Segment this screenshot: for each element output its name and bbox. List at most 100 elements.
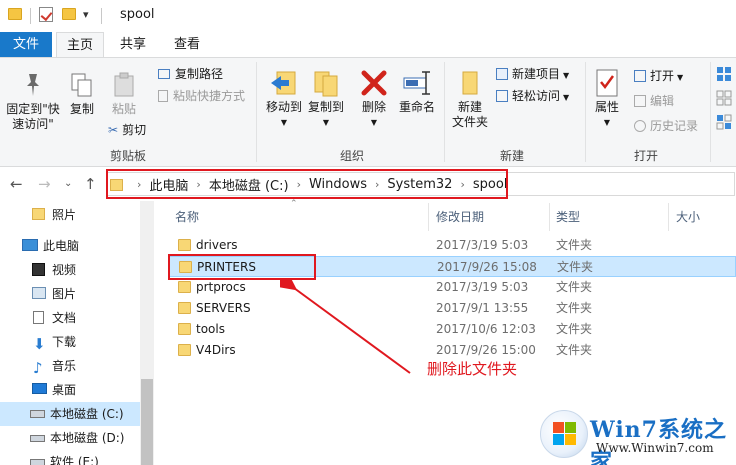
tab-share[interactable]: 共享 bbox=[110, 32, 156, 57]
title-bar: ▾ spool bbox=[0, 0, 736, 32]
edit-icon bbox=[634, 95, 646, 107]
rename-button[interactable]: 重命名 bbox=[396, 68, 438, 115]
quick-access-dropdown-icon[interactable]: ▾ bbox=[83, 8, 89, 21]
file-type: 文件夹 bbox=[556, 238, 593, 252]
document-icon bbox=[33, 311, 44, 324]
nav-item-local-disk-c[interactable]: 本地磁盘 (C:) bbox=[0, 402, 140, 426]
paste-button[interactable]: 粘贴 bbox=[108, 72, 140, 117]
new-folder-quick-icon[interactable] bbox=[62, 8, 76, 20]
divider bbox=[585, 62, 586, 162]
annotation-text: 删除此文件夹 bbox=[427, 360, 518, 378]
properties-quick-icon[interactable] bbox=[39, 7, 53, 22]
recent-locations-chevron-icon[interactable]: ⌄ bbox=[64, 178, 72, 189]
nav-item-downloads[interactable]: ⬇ 下载 bbox=[0, 330, 140, 354]
new-folder-label-line2: 文件夹 bbox=[451, 115, 488, 129]
nav-item-label: 音乐 bbox=[52, 359, 77, 373]
up-arrow-icon[interactable]: ↑ bbox=[84, 175, 97, 193]
column-header-type[interactable]: 类型 bbox=[556, 206, 580, 228]
column-header-size[interactable]: 大小 bbox=[676, 206, 700, 228]
chevron-down-icon: ▼ bbox=[322, 118, 330, 127]
nav-scrollbar-thumb[interactable] bbox=[141, 379, 153, 465]
nav-item-music[interactable]: ♪ 音乐 bbox=[0, 354, 140, 378]
delete-button[interactable]: 删除 ▼ bbox=[356, 68, 392, 130]
divider[interactable] bbox=[668, 203, 669, 231]
group-label-open: 打开 bbox=[634, 149, 659, 163]
nav-item-software-e[interactable]: 软件 (E:) bbox=[0, 450, 140, 465]
table-row[interactable]: SERVERS 2017/9/1 13:55 文件夹 bbox=[168, 298, 736, 319]
printers-highlight-box bbox=[168, 254, 316, 280]
file-name: V4Dirs bbox=[196, 343, 236, 357]
pin-to-quick-access-button[interactable]: 固定到"快 速访问" bbox=[4, 72, 62, 132]
edit-button[interactable]: 编辑 bbox=[634, 93, 674, 109]
file-name: tools bbox=[196, 322, 225, 336]
nav-item-documents[interactable]: 文档 bbox=[0, 306, 140, 330]
nav-item-label: 本地磁盘 (D:) bbox=[50, 431, 125, 445]
nav-item-this-pc[interactable]: 此电脑 bbox=[0, 234, 140, 258]
folder-icon bbox=[8, 8, 22, 20]
table-row[interactable]: prtprocs 2017/3/19 5:03 文件夹 bbox=[168, 277, 736, 298]
nav-item-desktop[interactable]: 桌面 bbox=[0, 378, 140, 402]
cut-label: 剪切 bbox=[122, 123, 147, 137]
video-icon bbox=[32, 263, 45, 276]
forward-arrow-icon[interactable]: → bbox=[38, 175, 51, 193]
tab-file[interactable]: 文件 bbox=[0, 32, 52, 57]
table-row[interactable]: drivers 2017/3/19 5:03 文件夹 bbox=[168, 235, 736, 256]
copy-path-button[interactable]: 复制路径 bbox=[158, 66, 223, 82]
tab-view[interactable]: 查看 bbox=[164, 32, 210, 57]
copy-to-label: 复制到 bbox=[307, 100, 344, 114]
easy-access-button[interactable]: 轻松访问 ▼ bbox=[496, 88, 569, 106]
history-button[interactable]: 历史记录 bbox=[634, 118, 698, 134]
folder-icon bbox=[178, 302, 191, 314]
ribbon-tabs: 文件 主页 共享 查看 bbox=[0, 32, 736, 57]
column-header-name[interactable]: 名称 bbox=[175, 206, 199, 228]
divider bbox=[710, 62, 711, 162]
group-label-clipboard: 剪贴板 bbox=[110, 149, 147, 163]
chevron-down-icon: ▼ bbox=[603, 118, 611, 127]
nav-item-videos[interactable]: 视频 bbox=[0, 258, 140, 282]
move-to-label: 移动到 bbox=[265, 100, 302, 114]
nav-item-local-disk-d[interactable]: 本地磁盘 (D:) bbox=[0, 426, 140, 450]
new-folder-button[interactable]: 新建 文件夹 bbox=[450, 68, 490, 130]
file-date: 2017/9/26 15:08 bbox=[437, 260, 537, 274]
download-arrow-icon: ⬇ bbox=[33, 335, 46, 353]
invert-selection-icon[interactable] bbox=[716, 114, 732, 130]
drive-icon bbox=[30, 410, 45, 418]
folder-icon bbox=[178, 239, 191, 251]
new-folder-label-line1: 新建 bbox=[457, 100, 482, 114]
copy-path-label: 复制路径 bbox=[175, 67, 224, 81]
watermark-title: Win7系统之家 bbox=[590, 417, 727, 465]
sort-caret-icon: ⌃ bbox=[290, 199, 298, 209]
nav-item-photos[interactable]: 照片 bbox=[0, 203, 140, 227]
open-button[interactable]: 打开 ▼ bbox=[634, 68, 683, 86]
copy-to-button[interactable]: 复制到 ▼ bbox=[306, 68, 346, 130]
nav-item-label: 图片 bbox=[52, 287, 77, 301]
tab-home[interactable]: 主页 bbox=[56, 32, 104, 57]
group-label-new: 新建 bbox=[500, 149, 525, 163]
open-icon bbox=[634, 70, 646, 82]
table-row[interactable]: tools 2017/10/6 12:03 文件夹 bbox=[168, 319, 736, 340]
folder-icon bbox=[32, 208, 45, 220]
move-to-icon bbox=[271, 71, 296, 95]
paste-shortcut-button[interactable]: 粘贴快捷方式 bbox=[158, 88, 245, 104]
divider[interactable] bbox=[549, 203, 550, 231]
cut-button[interactable]: ✂ 剪切 bbox=[108, 122, 146, 138]
properties-button[interactable]: 属性 ▼ bbox=[590, 68, 624, 130]
nav-item-label: 此电脑 bbox=[43, 239, 80, 253]
nav-item-label: 照片 bbox=[52, 208, 77, 222]
new-item-button[interactable]: 新建项目 ▼ bbox=[496, 66, 569, 84]
copy-button[interactable]: 复制 bbox=[66, 72, 98, 117]
column-header-date[interactable]: 修改日期 bbox=[436, 206, 484, 228]
divider bbox=[101, 8, 102, 24]
new-item-label: 新建项目 bbox=[512, 67, 561, 81]
back-arrow-icon[interactable]: ← bbox=[10, 175, 23, 193]
select-none-icon[interactable] bbox=[716, 90, 732, 106]
history-label: 历史记录 bbox=[650, 119, 699, 133]
move-to-button[interactable]: 移动到 ▼ bbox=[264, 68, 304, 130]
nav-item-pictures[interactable]: 图片 bbox=[0, 282, 140, 306]
new-folder-icon bbox=[462, 71, 478, 95]
divider[interactable] bbox=[428, 203, 429, 231]
drive-icon bbox=[30, 435, 45, 442]
divider bbox=[256, 62, 257, 162]
select-all-icon[interactable] bbox=[716, 66, 732, 82]
file-date: 2017/10/6 12:03 bbox=[436, 322, 536, 336]
